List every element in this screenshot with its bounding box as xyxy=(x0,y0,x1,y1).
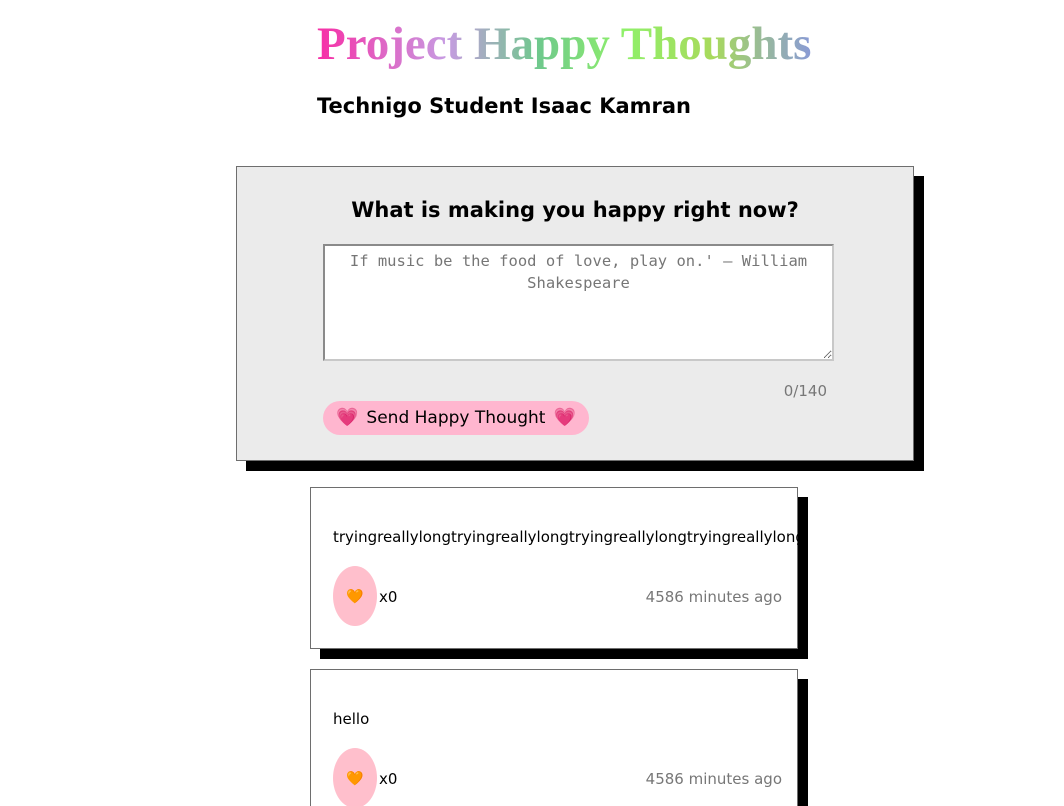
author-subtitle: Technigo Student Isaac Kamran xyxy=(317,94,692,118)
thought-timestamp: 4586 minutes ago xyxy=(645,588,782,606)
thought-message: hello xyxy=(333,710,370,728)
send-thought-button[interactable]: 💗 Send Happy Thought 💗 xyxy=(323,401,589,435)
app-title: Project Happy Thoughts xyxy=(317,18,812,70)
heart-icon: 💗 xyxy=(553,407,576,428)
character-counter: 0/140 xyxy=(783,382,827,400)
form-question: What is making you happy right now? xyxy=(351,198,799,222)
heart-icon: 🧡 xyxy=(346,587,364,604)
heart-icon: 🧡 xyxy=(346,769,364,786)
thought-card: tryingreallylongtryingreallylongtryingre… xyxy=(310,487,805,649)
like-count: x0 xyxy=(379,588,398,606)
like-count: x0 xyxy=(379,770,398,788)
thought-input[interactable] xyxy=(323,244,834,361)
heart-icon: 💗 xyxy=(336,407,359,428)
thought-timestamp: 4586 minutes ago xyxy=(645,770,782,788)
thought-form: What is making you happy right now? 0/14… xyxy=(236,166,914,461)
thought-message: tryingreallylongtryingreallylongtryingre… xyxy=(333,528,805,546)
send-button-label: Send Happy Thought xyxy=(366,408,546,428)
thought-card: hello 🧡 x0 4586 minutes ago xyxy=(310,669,798,806)
like-button[interactable]: 🧡 xyxy=(333,748,377,806)
like-button[interactable]: 🧡 xyxy=(333,566,377,626)
